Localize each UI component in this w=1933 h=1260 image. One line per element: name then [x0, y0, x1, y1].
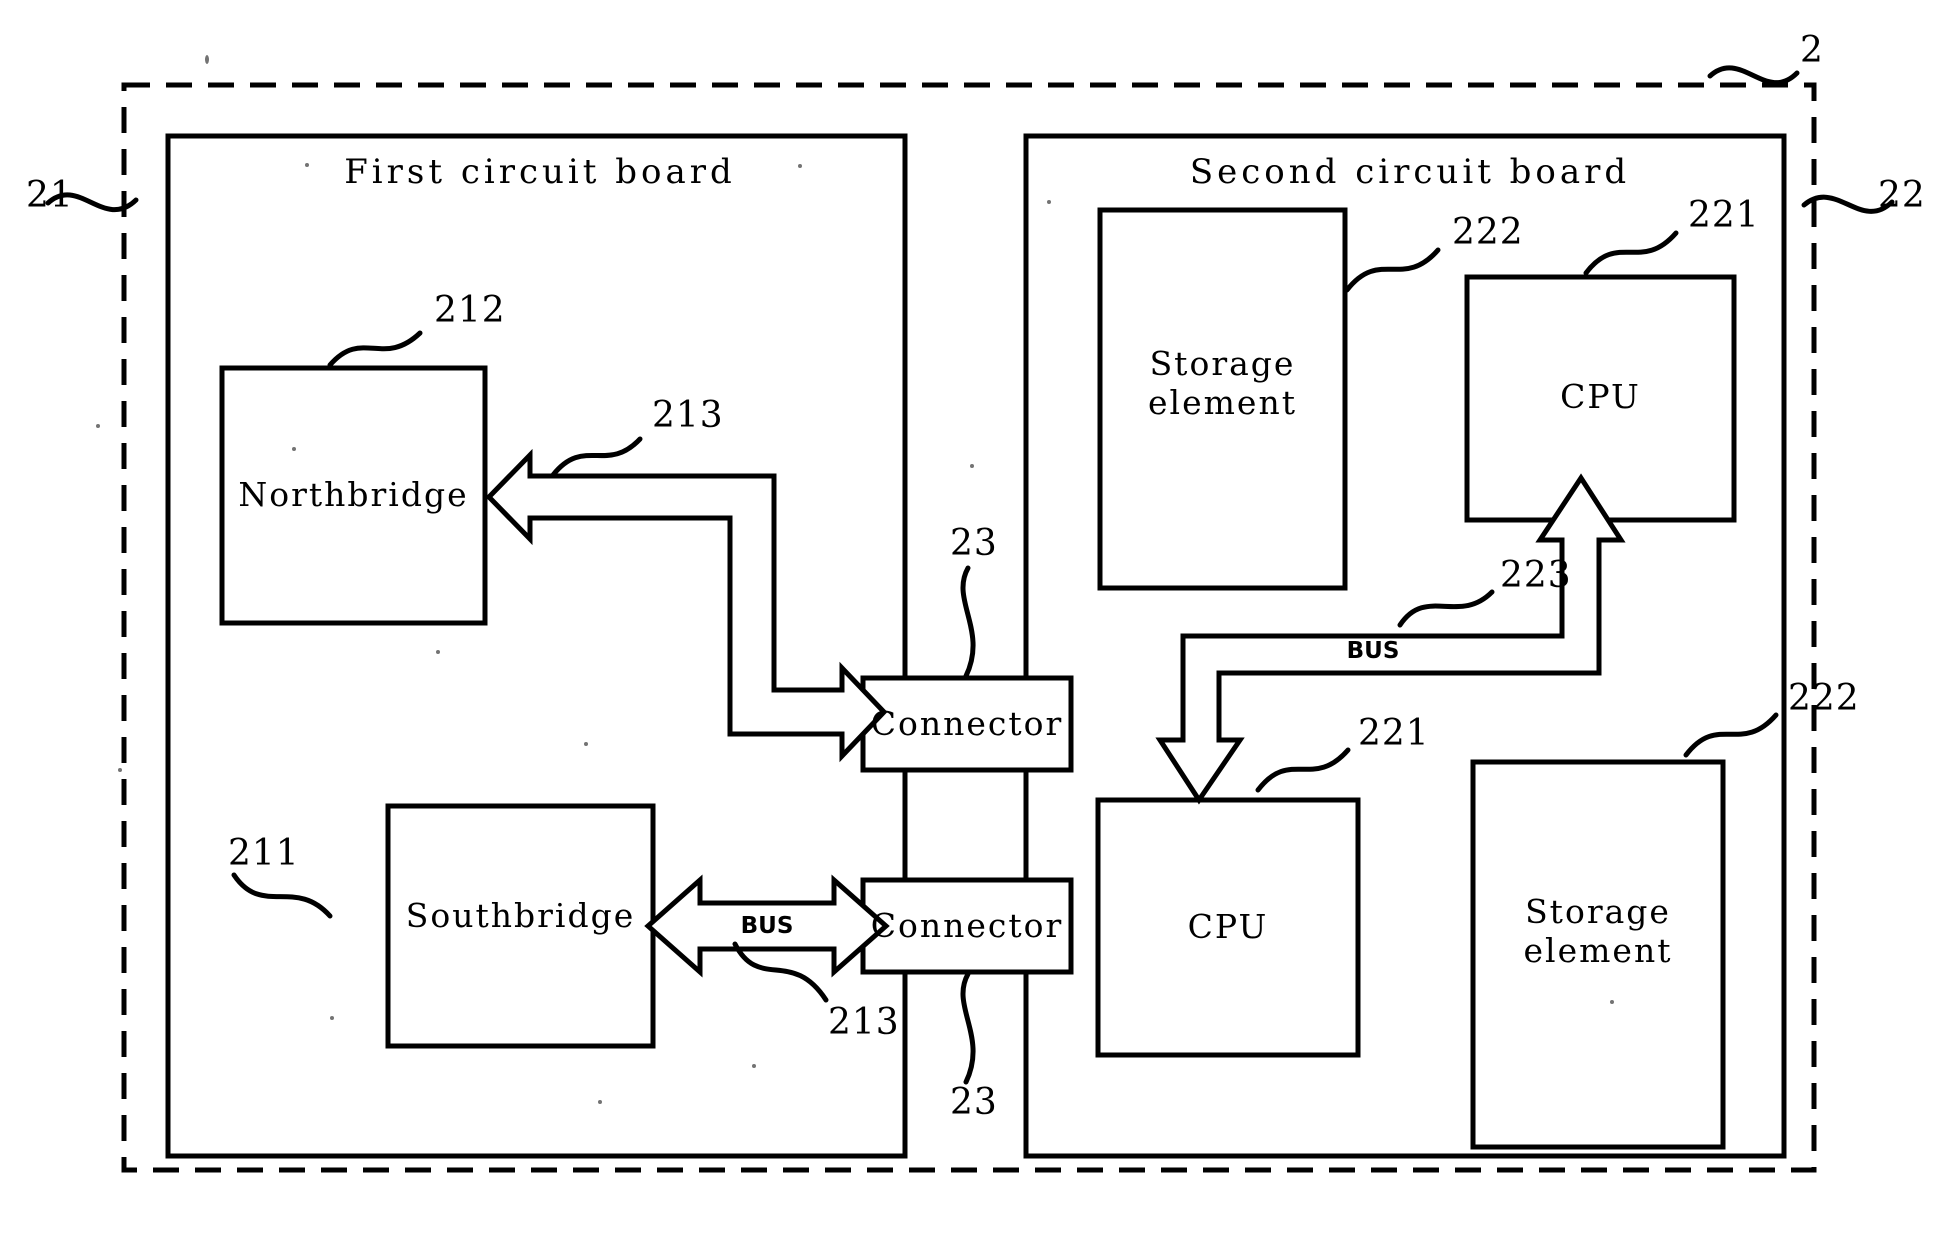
- cpu-bottom-block: [1095, 797, 1361, 1058]
- scan-speckle: [305, 163, 309, 167]
- leader-ref-23-top: [960, 565, 976, 679]
- bus-213-southbridge-connector-arrow: [644, 874, 890, 978]
- northbridge-block: [219, 365, 488, 626]
- cpu-top-block: [1464, 274, 1737, 523]
- diagram-vector-layer: [45, 65, 1895, 1173]
- leader-ref-221-top: [1583, 230, 1679, 276]
- scan-speckle: [598, 1100, 602, 1104]
- scan-speckle: [584, 742, 588, 746]
- leader-ref-211: [231, 872, 333, 919]
- leader-ref-222-top: [1344, 247, 1441, 293]
- scan-speckle: [330, 1016, 334, 1020]
- leader-ref-22: [1801, 194, 1895, 214]
- scan-speckle: [436, 650, 440, 654]
- storage-element-bottom-block: [1470, 759, 1726, 1150]
- leader-ref-223: [1397, 589, 1495, 628]
- connector-top-block: [860, 675, 1074, 773]
- connector-bottom-block: [860, 877, 1074, 975]
- leader-ref-212: [327, 330, 423, 368]
- southbridge-block: [385, 803, 656, 1049]
- bus-213-northbridge-connector-pipe: [485, 448, 888, 763]
- leader-ref-222-bottom: [1683, 712, 1779, 758]
- scan-speckle: [752, 1064, 756, 1068]
- scan-speckle: [1610, 1000, 1614, 1004]
- leader-ref-221-bottom: [1255, 747, 1351, 793]
- scan-speckle: [96, 424, 100, 428]
- storage-element-top-block: [1097, 207, 1348, 591]
- patent-figure: First circuit board Second circuit board…: [0, 0, 1933, 1260]
- leader-ref-213-bottom: [732, 941, 829, 1003]
- scan-speckle: [1047, 200, 1051, 204]
- leader-ref-2: [1707, 65, 1800, 86]
- leader-ref-213-top: [550, 436, 643, 478]
- leader-ref-23-bottom: [960, 971, 976, 1085]
- scan-speckle: [970, 464, 974, 468]
- scan-speckle: [798, 164, 802, 168]
- scan-speckle: [292, 447, 296, 451]
- scan-speckle: [118, 768, 122, 772]
- scan-speckle: [205, 55, 209, 64]
